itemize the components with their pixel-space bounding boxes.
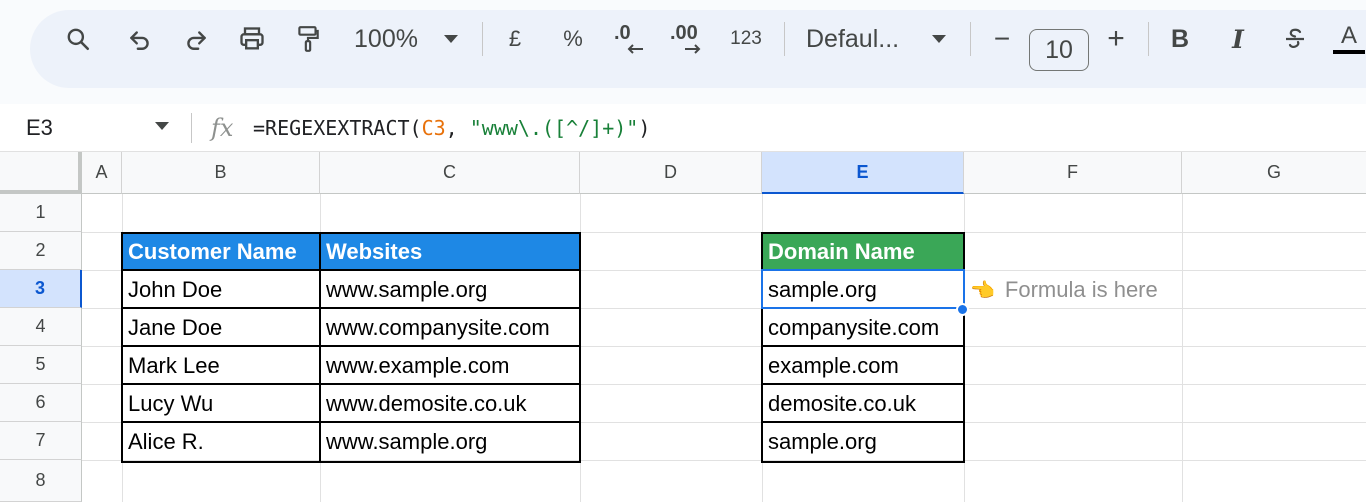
name-box[interactable]: E3 <box>26 104 53 152</box>
number-format-button[interactable]: 123 <box>726 0 766 78</box>
search-icon[interactable] <box>58 0 98 78</box>
gridline <box>580 194 581 502</box>
increase-decimal-button[interactable]: .00 <box>666 0 710 78</box>
fill-handle[interactable] <box>956 303 969 316</box>
cell-c2[interactable]: Websites <box>320 233 580 271</box>
cell-b3[interactable]: John Doe <box>122 271 320 309</box>
redo-icon[interactable] <box>176 0 216 78</box>
paint-format-icon[interactable] <box>288 0 328 78</box>
gridline <box>964 194 965 502</box>
toolbar-area: 100% £ % .0 .00 123 Defaul... − 10 + B I… <box>0 0 1366 104</box>
cell-b4[interactable]: Jane Doe <box>122 309 320 347</box>
font-size-input[interactable]: 10 <box>1029 29 1089 71</box>
cell-c5[interactable]: www.example.com <box>320 347 580 385</box>
cell-b5[interactable]: Mark Lee <box>122 347 320 385</box>
cell-e3[interactable]: sample.org <box>762 271 964 309</box>
function-icon: fx <box>211 114 234 142</box>
column-header-b[interactable]: B <box>122 152 320 194</box>
decrease-decimal-icon <box>627 44 643 54</box>
decrease-decimal-label: .0 <box>614 22 631 44</box>
column-header-f[interactable]: F <box>964 152 1182 194</box>
table-border <box>761 421 965 423</box>
row-header-7[interactable]: 7 <box>0 422 82 460</box>
table-border <box>121 269 581 271</box>
percent-button[interactable]: % <box>558 0 588 78</box>
formula-suffix: ) <box>638 116 651 140</box>
table-border <box>761 345 965 347</box>
formula-separator: , <box>445 116 470 140</box>
column-header-e[interactable]: E <box>762 152 964 194</box>
row-header-8[interactable]: 8 <box>0 460 82 502</box>
cell-b6[interactable]: Lucy Wu <box>122 385 320 423</box>
pointing-hand-icon: 👈 <box>970 279 995 302</box>
zoom-select[interactable]: 100% <box>350 0 422 78</box>
table-border <box>121 421 581 423</box>
row-header-2[interactable]: 2 <box>0 232 82 270</box>
increase-decimal-icon <box>685 44 701 54</box>
print-icon[interactable] <box>232 0 272 78</box>
currency-button[interactable]: £ <box>500 0 530 78</box>
cell-c7[interactable]: www.sample.org <box>320 423 580 461</box>
column-header-c[interactable]: C <box>320 152 580 194</box>
toolbar-divider <box>482 22 483 56</box>
cell-c6[interactable]: www.demosite.co.uk <box>320 385 580 423</box>
strikethrough-icon[interactable] <box>1280 0 1310 78</box>
text-color-button[interactable]: A <box>1332 0 1366 78</box>
cell-e7[interactable]: sample.org <box>762 423 964 461</box>
chevron-down-icon[interactable] <box>440 0 462 78</box>
row-header-4[interactable]: 4 <box>0 308 82 346</box>
column-header-d[interactable]: D <box>580 152 762 194</box>
select-all-corner[interactable] <box>0 152 82 194</box>
toolbar-divider <box>970 22 971 56</box>
table-border <box>761 307 965 309</box>
table-border <box>121 307 581 309</box>
cell-c3[interactable]: www.sample.org <box>320 271 580 309</box>
gridline <box>1182 194 1183 502</box>
column-header-a[interactable]: A <box>82 152 122 194</box>
cell-e5[interactable]: example.com <box>762 347 964 385</box>
italic-button[interactable]: I <box>1224 0 1252 78</box>
formula-bar: E3 fx =REGEXEXTRACT(C3, "www\.([^/]+)") <box>0 104 1366 152</box>
decrease-decimal-button[interactable]: .0 <box>610 0 650 78</box>
row-header-6[interactable]: 6 <box>0 384 82 422</box>
increase-decimal-label: .00 <box>670 22 698 44</box>
chevron-down-icon[interactable] <box>155 122 169 130</box>
row-header-3[interactable]: 3 <box>0 270 82 308</box>
table-border <box>319 232 321 463</box>
toolbar-divider <box>784 22 785 56</box>
font-select[interactable]: Defaul... <box>806 0 910 78</box>
row-header-5[interactable]: 5 <box>0 346 82 384</box>
formula-input[interactable]: =REGEXEXTRACT(C3, "www\.([^/]+)") <box>253 104 650 152</box>
table-border <box>121 383 581 385</box>
table-border <box>761 383 965 385</box>
cell-e6[interactable]: demosite.co.uk <box>762 385 964 423</box>
formula-cell-ref: C3 <box>421 116 446 140</box>
formula-annotation: 👈 Formula is here <box>970 271 1158 309</box>
text-color-label: A <box>1340 22 1357 49</box>
formula-string: "www\.([^/]+)" <box>469 116 639 140</box>
formula-prefix: =REGEXEXTRACT( <box>253 116 422 140</box>
cell-b2[interactable]: Customer Name <box>122 233 320 271</box>
cell-e2[interactable]: Domain Name <box>762 233 964 271</box>
column-header-g[interactable]: G <box>1182 152 1366 194</box>
cell-c4[interactable]: www.companysite.com <box>320 309 580 347</box>
cell-e4[interactable]: companysite.com <box>762 309 964 347</box>
cell-b7[interactable]: Alice R. <box>122 423 320 461</box>
decrease-font-size-button[interactable]: − <box>988 0 1016 78</box>
row-header-1[interactable]: 1 <box>0 194 82 232</box>
bold-button[interactable]: B <box>1166 0 1194 78</box>
spreadsheet-grid[interactable]: A B C D E F G 1 2 3 4 5 6 7 8 Customer N… <box>0 152 1366 502</box>
text-color-swatch <box>1333 50 1365 54</box>
annotation-text: Formula is here <box>1004 277 1158 302</box>
toolbar-divider <box>1148 22 1149 56</box>
chevron-down-icon[interactable] <box>928 0 950 78</box>
table-border <box>121 345 581 347</box>
increase-font-size-button[interactable]: + <box>1102 0 1130 78</box>
formula-bar-divider <box>191 113 192 143</box>
undo-icon[interactable] <box>120 0 160 78</box>
